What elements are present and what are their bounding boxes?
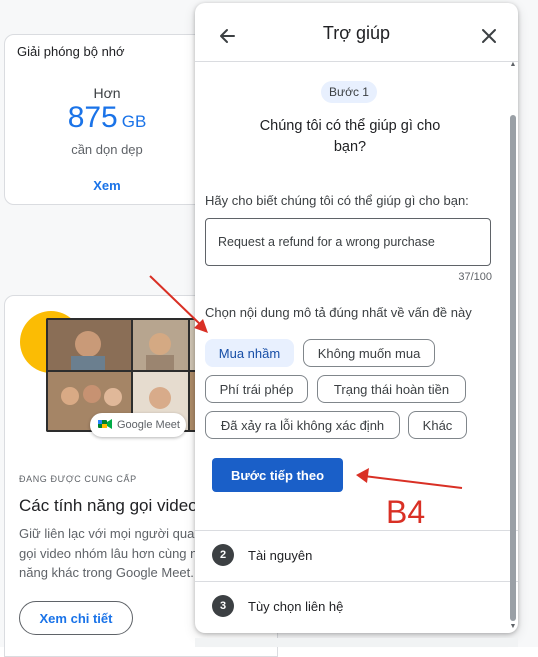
section-contact-number: 3	[212, 595, 234, 617]
storage-amount-number: 875	[67, 101, 118, 134]
section-resources-label: Tài nguyên	[248, 548, 313, 563]
section-resources[interactable]: 2 Tài nguyên	[195, 533, 518, 577]
close-icon	[482, 29, 496, 43]
help-panel-title: Trợ giúp	[322, 23, 391, 43]
storage-amount-unit: GB	[121, 112, 147, 131]
section-contact-options[interactable]: 3 Tùy chọn liên hệ	[195, 583, 518, 627]
storage-view-link[interactable]: Xem	[5, 178, 209, 193]
describe-issue-input[interactable]: Request a refund for a wrong purchase	[205, 218, 491, 266]
describe-issue-label: Hãy cho biết chúng tôi có thể giúp gì ch…	[205, 193, 469, 208]
storage-card-title: Giải phóng bộ nhớ	[17, 44, 125, 59]
panel-scrollbar[interactable]	[510, 115, 516, 621]
chip-khac[interactable]: Khác	[408, 411, 467, 439]
bottom-edge	[195, 638, 518, 647]
google-meet-badge-label: Google Meet	[117, 419, 180, 431]
scroll-down-arrow-icon[interactable]: ▼	[509, 623, 517, 631]
section-contact-label: Tùy chọn liên hệ	[248, 599, 344, 614]
help-question: Chúng tôi có thể giúp gì cho bạn?	[259, 118, 441, 155]
meet-card-description: Giữ liên lạc với mọi người qua gọi video…	[19, 526, 198, 580]
google-meet-icon	[98, 418, 112, 433]
section-divider-middle	[195, 581, 518, 582]
storage-subtitle: cần dọn dẹp	[71, 142, 143, 157]
section-resources-number: 2	[212, 544, 234, 566]
storage-card: Giải phóng bộ nhớ Hơn 875 GB cần dọn dẹp …	[4, 34, 210, 205]
chip-khong-muon-mua[interactable]: Không muốn mua	[303, 339, 435, 367]
meet-card-title: Các tính năng gọi video	[19, 496, 198, 515]
chip-trang-thai-hoan-tien[interactable]: Trạng thái hoàn tiền	[317, 375, 466, 403]
next-step-button[interactable]: Bước tiếp theo	[212, 458, 343, 492]
google-meet-badge: Google Meet	[90, 413, 186, 437]
character-counter: 37/100	[458, 271, 492, 283]
storage-amount: 875 GB	[5, 101, 209, 135]
header-divider	[195, 61, 518, 62]
chip-phi-trai-phep[interactable]: Phí trái phép	[205, 375, 308, 403]
choose-issue-label: Chọn nội dung mô tả đúng nhất về vấn đề …	[205, 305, 472, 320]
view-details-button[interactable]: Xem chi tiết	[19, 601, 133, 635]
close-button[interactable]	[478, 25, 500, 47]
chip-loi-khong-xac-dinh[interactable]: Đã xảy ra lỗi không xác định	[205, 411, 400, 439]
annotation-label: B4	[386, 494, 426, 530]
meet-card-label: ĐANG ĐƯỢC CUNG CẤP	[19, 474, 137, 484]
chip-mua-nham[interactable]: Mua nhầm	[205, 339, 294, 367]
storage-prefix: Hơn	[93, 85, 121, 101]
scroll-up-arrow-icon[interactable]: ▲	[509, 61, 517, 69]
step-badge: Bước 1	[321, 81, 377, 103]
section-divider-top	[195, 530, 518, 531]
help-panel: Trợ giúp Bước 1 Chúng tôi có thể giúp gì…	[195, 3, 518, 633]
